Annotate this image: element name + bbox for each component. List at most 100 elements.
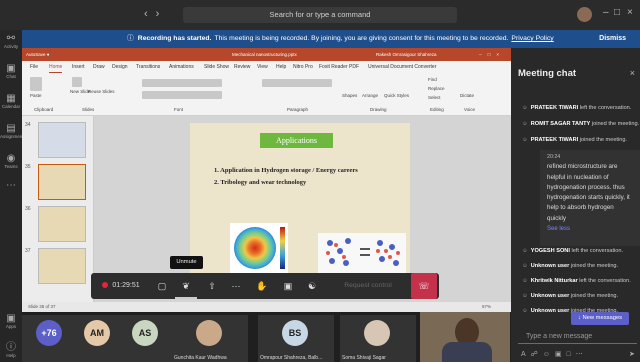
minimize-icon[interactable]: – (603, 7, 609, 18)
chat-event: ☺ Khritwik Nitturkar left the conversatio… (522, 278, 631, 284)
rail-item-assignments[interactable]: ▤ Assignments (0, 123, 26, 139)
avatar (364, 320, 390, 346)
slide-thumbnail[interactable] (38, 248, 86, 284)
avatar[interactable] (577, 7, 592, 22)
nav-arrows[interactable]: ‹› (144, 8, 167, 20)
request-control-button[interactable]: Request control (329, 273, 407, 299)
chat-event: ☺ PRATEEK TIWARI joined the meeting. (522, 137, 628, 143)
more-apps-icon[interactable]: ⋯ (0, 180, 22, 191)
presenter-video[interactable] (420, 312, 510, 362)
current-slide[interactable]: Applications 1. Application in Hydrogen … (190, 123, 410, 295)
reuse-slides-button[interactable]: Reuse Slides (88, 89, 115, 94)
tab-view[interactable]: View (257, 61, 268, 73)
person-icon: ☺ (522, 121, 528, 127)
font-format-controls[interactable] (142, 91, 222, 99)
participants-button[interactable]: ☯ (301, 273, 323, 299)
camera-button[interactable]: ▢ (151, 273, 173, 299)
format-icon[interactable]: A (521, 351, 531, 358)
arrow-left-icon[interactable]: ‹ (144, 8, 156, 20)
more-actions-button[interactable]: ⋯ (225, 273, 247, 299)
tab-design[interactable]: Design (112, 61, 128, 73)
compose-toolbar: A☍☺▣□⋯ (521, 350, 588, 358)
teams-icon: ◉ (6, 153, 16, 164)
participant-tile[interactable]: Gunchita Kaur Wadhwa (172, 315, 248, 362)
maximize-icon[interactable]: □ (614, 7, 620, 18)
slide-thumbnail[interactable] (38, 122, 86, 158)
title-bar: ‹› Search for or type a command – □ × (0, 0, 640, 30)
participant-tile[interactable]: AS (118, 315, 174, 362)
dismiss-button[interactable]: Dismiss (592, 33, 633, 45)
quick-styles-button[interactable]: Quick Styles (384, 93, 409, 98)
dictate-button[interactable]: Dictate (460, 93, 474, 98)
find-button[interactable]: Find (428, 77, 437, 82)
new-messages-button[interactable]: ↓ New messages (571, 312, 629, 325)
close-icon[interactable]: × (627, 7, 633, 18)
tab-animations[interactable]: Animations (169, 61, 194, 73)
tab-home[interactable]: Home (49, 62, 63, 73)
avatar: BS (282, 320, 308, 346)
tab-nitro-pro[interactable]: Nitro Pro (293, 61, 313, 73)
ppt-title-bar: AutoSave ● Mechanical nanostructuring.pp… (22, 48, 511, 61)
font-controls[interactable] (142, 79, 222, 87)
participant-tile[interactable]: BS Omrapour Shahreza, Balb... (258, 315, 334, 362)
tab-foxit[interactable]: Foxit Reader PDF (319, 61, 359, 73)
share-button[interactable]: ⇧ (201, 273, 223, 299)
shapes-button[interactable]: Shapes (342, 93, 357, 98)
group-slides: Slides (82, 107, 95, 112)
bell-icon: ⚯ (6, 33, 16, 44)
tab-draw[interactable]: Draw (93, 61, 105, 73)
privacy-policy-link[interactable]: Privacy Policy (511, 35, 553, 42)
rail-item-apps[interactable]: ▣ Apps (0, 313, 22, 329)
tab-transitions[interactable]: Transitions (136, 61, 160, 73)
sticker-icon[interactable]: □ (567, 351, 576, 358)
close-chat-icon[interactable]: × (630, 68, 635, 78)
attach-icon[interactable]: ☍ (531, 351, 543, 358)
slide-thumbnail[interactable] (38, 206, 86, 242)
heatmap-figure (230, 223, 288, 275)
search-input[interactable]: Search for or type a command (183, 7, 457, 23)
arrow-right-icon[interactable]: › (156, 8, 168, 20)
more-icon[interactable]: ⋯ (576, 351, 588, 358)
new-slide-icon[interactable] (72, 77, 82, 87)
gif-icon[interactable]: ▣ (555, 351, 567, 358)
replace-button[interactable]: Replace (428, 86, 445, 91)
send-icon[interactable]: ➤ (629, 350, 635, 358)
presenter-name: Rakesh Omrasigour Shahreza (376, 52, 437, 57)
raise-hand-button[interactable]: ✋ (251, 273, 273, 299)
participant-gallery: +76 AM AS Gunchita Kaur Wadhwa BS Omrapou… (22, 312, 511, 362)
paste-icon[interactable] (30, 77, 42, 91)
tab-insert[interactable]: Insert (72, 61, 85, 73)
rail-item-activity[interactable]: ⚯ Activity (0, 33, 22, 49)
participant-tile[interactable]: Soma Shivaji Sagar (340, 315, 416, 362)
participant-name: Gunchita Kaur Wadhwa (174, 355, 227, 361)
person-icon: ☺ (522, 248, 528, 254)
person-icon: ☺ (522, 263, 528, 269)
leave-button[interactable]: ☏ (411, 273, 437, 299)
zoom-level[interactable]: 67% (482, 302, 491, 312)
person-icon: ☺ (522, 293, 528, 299)
tab-file[interactable]: File (30, 61, 38, 73)
chat-button[interactable]: ▣ (277, 273, 299, 299)
slide-thumbnail[interactable] (38, 164, 86, 200)
slide-bullet: 1. Application in Hydrogen storage / Ene… (214, 167, 358, 174)
rail-item-teams[interactable]: ◉ Teams (0, 153, 22, 169)
compose-input[interactable]: Type a new message (518, 330, 637, 344)
group-font: Font (174, 107, 184, 112)
emoji-icon[interactable]: ☺ (543, 351, 555, 358)
chat-icon: ▣ (283, 281, 293, 291)
ppt-window-controls: –□× (479, 52, 505, 57)
paragraph-controls[interactable] (262, 79, 332, 87)
chat-message[interactable]: 20:24 refined microstructure are helpful… (540, 150, 640, 246)
mic-button[interactable]: ❦ (175, 273, 197, 299)
see-less-link[interactable]: See less (547, 224, 633, 234)
rail-item-calendar[interactable]: ▦ Calendar (0, 93, 22, 109)
rail-item-help[interactable]: ⓘ Help (0, 338, 22, 358)
tab-slide-show[interactable]: Slide Show (204, 61, 229, 73)
tab-review[interactable]: Review (234, 61, 250, 73)
tab-help[interactable]: Help (276, 61, 286, 73)
select-button[interactable]: Select (428, 95, 441, 100)
tab-universal-converter[interactable]: Universal Document Converter (368, 61, 436, 73)
rail-item-chat[interactable]: ▣ Chat (0, 63, 22, 79)
paste-button[interactable]: Paste (30, 93, 42, 98)
arrange-button[interactable]: Arrange (362, 93, 378, 98)
